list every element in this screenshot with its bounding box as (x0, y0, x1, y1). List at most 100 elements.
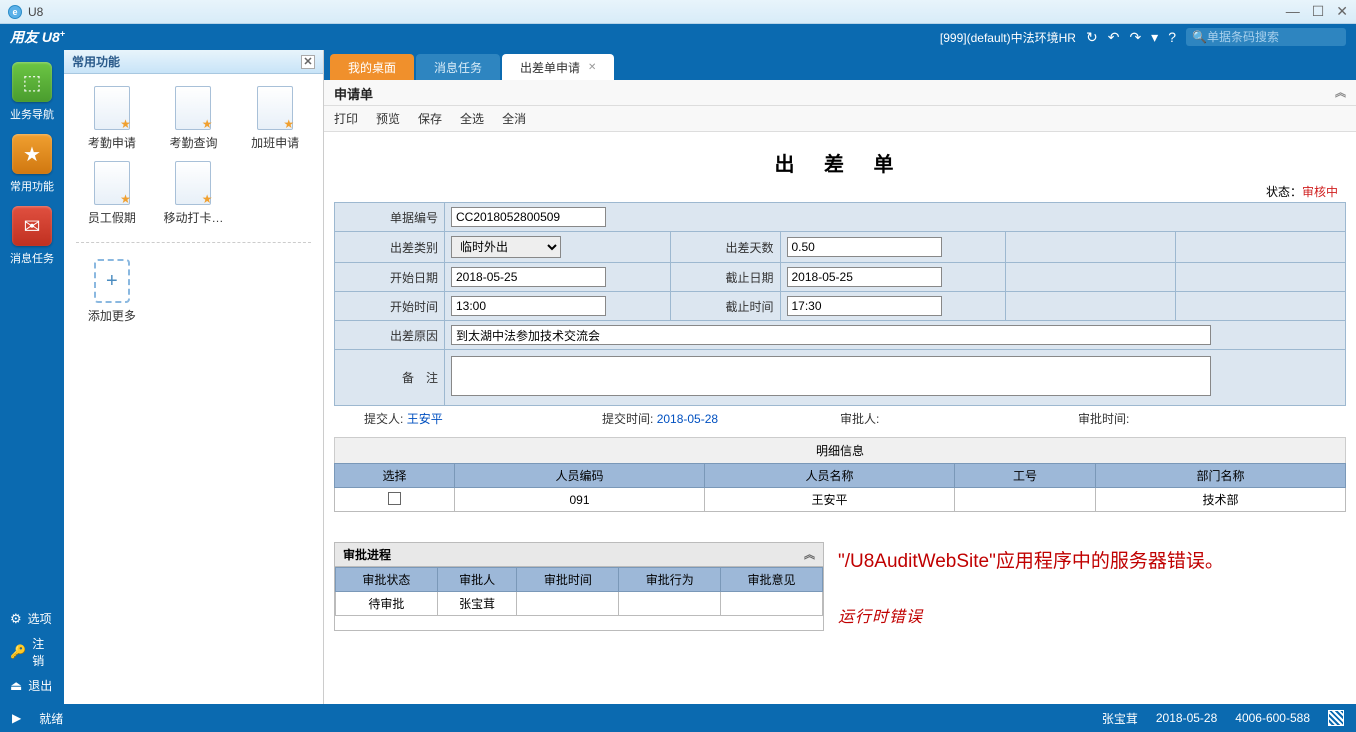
window-titlebar: e U8 — ☐ ✕ (0, 0, 1356, 24)
col-code: 人员编码 (455, 464, 705, 488)
status-phone: 4006-600-588 (1235, 711, 1310, 725)
rail-exit[interactable]: ⏏退出 (0, 673, 64, 698)
cell-name: 王安平 (705, 488, 955, 512)
close-button[interactable]: ✕ (1336, 3, 1348, 20)
submitter-value: 王安平 (407, 412, 443, 426)
col-empno: 工号 (955, 464, 1096, 488)
approval-header: 审批进程 ︽ (335, 543, 823, 567)
rail-nav[interactable]: ⬚ 业务导航 (4, 56, 60, 128)
submittime-value: 2018-05-28 (657, 412, 718, 426)
qr-icon[interactable] (1328, 710, 1344, 726)
tab-bar: 我的桌面 消息任务 出差单申请✕ (324, 50, 1356, 80)
table-row[interactable]: 091 王安平 技术部 (335, 488, 1346, 512)
nav-icon: ⬚ (12, 62, 52, 102)
input-endtime[interactable] (787, 296, 942, 316)
cell-dept: 技术部 (1095, 488, 1345, 512)
shortcut-overtime-apply[interactable]: 加班申请 (239, 86, 311, 151)
lbl-starttime: 开始时间 (335, 292, 445, 321)
panel-close-icon[interactable]: ✕ (301, 55, 315, 69)
collapse-icon[interactable]: ︽ (1335, 84, 1346, 103)
minimize-button[interactable]: — (1286, 3, 1300, 20)
col-astatus: 审批状态 (336, 568, 438, 592)
col-select: 选择 (335, 464, 455, 488)
input-reason[interactable] (451, 325, 1211, 345)
dropdown-icon[interactable]: ▾ (1151, 29, 1158, 46)
shortcut-employee-leave[interactable]: 员工假期 (76, 161, 148, 226)
input-startdate[interactable] (451, 267, 606, 287)
rail-options[interactable]: ⚙选项 (0, 606, 64, 631)
error-subtitle: 运行时错误 (838, 603, 1342, 627)
approval-table: 审批状态 审批人 审批时间 审批行为 审批意见 待审批 张宝茸 (335, 567, 823, 616)
input-starttime[interactable] (451, 296, 606, 316)
cell-aperson: 张宝茸 (437, 592, 517, 616)
shortcut-attendance-query[interactable]: 考勤查询 (158, 86, 230, 151)
shortcut-attendance-apply[interactable]: 考勤申请 (76, 86, 148, 151)
status-ready: 就绪 (39, 710, 63, 727)
gear-icon: ⚙ (10, 611, 22, 627)
lbl-endtime: 截止时间 (670, 292, 780, 321)
plus-icon: + (94, 259, 130, 303)
lbl-remark: 备 注 (335, 350, 445, 406)
search-icon: 🔍 (1192, 30, 1207, 44)
cell-code: 091 (455, 488, 705, 512)
window-controls: — ☐ ✕ (1286, 3, 1348, 20)
doc-title-bar: 申请单 ︽ (324, 80, 1356, 106)
window-title: U8 (28, 5, 43, 19)
form-scroll[interactable]: 出 差 单 状态：审核中 单据编号 出差类别 临时外出 出差天数 开始日期 (324, 132, 1356, 704)
maximize-button[interactable]: ☐ (1312, 3, 1325, 20)
key-icon: 🔑 (10, 644, 26, 660)
undo-icon[interactable]: ↶ (1108, 29, 1120, 46)
collapse-icon[interactable]: ︽ (804, 546, 815, 563)
shortcut-add-more[interactable]: +添加更多 (76, 259, 148, 324)
rail-logout[interactable]: 🔑注销 (0, 631, 64, 673)
help-icon[interactable]: ? (1168, 29, 1176, 45)
lbl-triptype: 出差类别 (335, 232, 445, 263)
tab-messages[interactable]: 消息任务 (416, 54, 500, 80)
textarea-remark[interactable] (451, 356, 1211, 396)
star-icon: ★ (12, 134, 52, 174)
search-input[interactable] (1207, 30, 1327, 44)
status-value: 审核中 (1302, 185, 1338, 199)
redo-icon[interactable]: ↷ (1129, 29, 1141, 46)
action-preview[interactable]: 预览 (376, 110, 400, 127)
left-rail: ⬚ 业务导航 ★ 常用功能 ✉ 消息任务 ⚙选项 🔑注销 ⏏退出 (0, 50, 64, 704)
action-deselectall[interactable]: 全消 (502, 110, 526, 127)
input-tripdays[interactable] (787, 237, 942, 257)
tab-close-icon[interactable]: ✕ (588, 62, 596, 73)
form-title: 出 差 单 (334, 140, 1346, 181)
server-error: "/U8AuditWebSite"应用程序中的服务器错误。 运行时错误 (834, 542, 1346, 631)
action-print[interactable]: 打印 (334, 110, 358, 127)
status-bar: ▶ 就绪 张宝茸 2018-05-28 4006-600-588 (0, 704, 1356, 732)
shortcut-mobile-punch[interactable]: 移动打卡… (158, 161, 230, 226)
select-triptype[interactable]: 临时外出 (451, 236, 561, 258)
input-enddate[interactable] (787, 267, 942, 287)
app-header: 用友 U8+ [999](default)中法环境HR ↻ ↶ ↷ ▾ ? 🔍 (0, 24, 1356, 50)
approval-box: 审批进程 ︽ 审批状态 审批人 审批时间 审批行为 审批意见 待审批 (334, 542, 824, 631)
search-box[interactable]: 🔍 (1186, 28, 1346, 46)
error-title: "/U8AuditWebSite"应用程序中的服务器错误。 (838, 546, 1342, 573)
input-docno[interactable] (451, 207, 606, 227)
play-icon[interactable]: ▶ (12, 711, 21, 725)
tab-desktop[interactable]: 我的桌面 (330, 54, 414, 80)
lbl-docno: 单据编号 (335, 203, 445, 232)
cell-aaction (619, 592, 721, 616)
action-selectall[interactable]: 全选 (460, 110, 484, 127)
form-table: 单据编号 出差类别 临时外出 出差天数 开始日期 截止日期 (334, 202, 1346, 406)
doc-icon (257, 86, 293, 130)
status-user: 张宝茸 (1102, 710, 1138, 727)
doc-icon (175, 161, 211, 205)
divider (76, 242, 311, 243)
rail-fav[interactable]: ★ 常用功能 (4, 128, 60, 200)
cell-atime (517, 592, 619, 616)
refresh-icon[interactable]: ↻ (1086, 29, 1098, 46)
detail-header: 明细信息 (334, 437, 1346, 463)
col-aperson: 审批人 (437, 568, 517, 592)
row-checkbox[interactable] (388, 492, 401, 505)
action-save[interactable]: 保存 (418, 110, 442, 127)
cell-astatus: 待审批 (336, 592, 438, 616)
lbl-startdate: 开始日期 (335, 263, 445, 292)
tab-trip-apply[interactable]: 出差单申请✕ (502, 54, 614, 80)
cell-empno (955, 488, 1096, 512)
rail-msg[interactable]: ✉ 消息任务 (4, 200, 60, 272)
panel-header: 常用功能 ✕ (64, 50, 323, 74)
